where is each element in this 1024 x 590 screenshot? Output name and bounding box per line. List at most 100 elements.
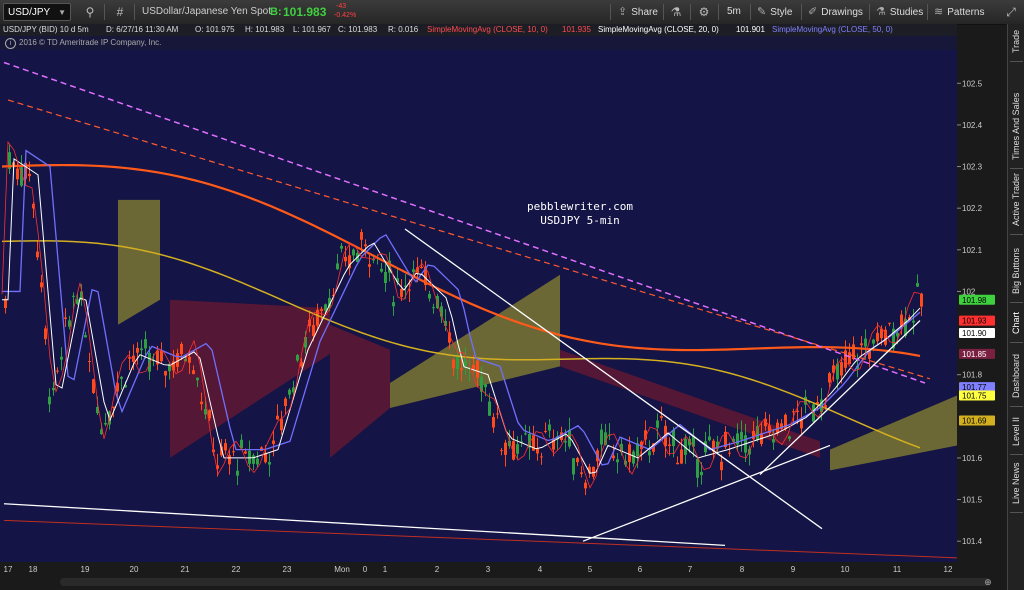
candle: [536, 448, 539, 454]
candle: [28, 173, 31, 177]
candle: [696, 458, 699, 478]
tab-active-trader[interactable]: Active Trader: [1008, 166, 1024, 230]
candle: [500, 450, 503, 452]
candle: [488, 401, 491, 416]
x-tick-label: 0: [363, 565, 368, 574]
candle: [676, 462, 679, 465]
tab-level-ii[interactable]: Level II: [1008, 404, 1024, 450]
candle: [788, 436, 791, 439]
candle: [204, 409, 207, 415]
candle: [68, 320, 71, 327]
candle: [632, 451, 635, 464]
x-tick-label: 2: [435, 565, 440, 574]
candle: [56, 370, 59, 372]
y-tick-label: 101.4: [962, 537, 983, 546]
candle: [380, 268, 383, 272]
candle: [456, 356, 459, 370]
price-chart[interactable]: pebblewriter.comUSDJPY 5-min102.5102.410…: [0, 0, 1007, 590]
candle: [460, 368, 463, 371]
candle: [288, 389, 291, 395]
x-tick-label: 12: [944, 565, 953, 574]
candle: [228, 455, 231, 465]
candle: [140, 348, 143, 351]
candle: [576, 458, 579, 463]
x-tick-label: 9: [791, 565, 796, 574]
candle: [864, 338, 867, 347]
x-tick-label: 6: [638, 565, 643, 574]
candle: [680, 449, 683, 464]
candle: [392, 302, 395, 307]
tab-trade[interactable]: Trade: [1008, 29, 1024, 57]
x-tick-label: Mon: [334, 565, 350, 574]
candle: [708, 436, 711, 441]
candle: [344, 256, 347, 262]
candle: [64, 317, 67, 319]
candle: [740, 431, 743, 440]
candle: [648, 451, 651, 456]
candle: [516, 444, 519, 454]
candle: [104, 423, 107, 425]
x-tick-label: 20: [130, 565, 139, 574]
price-flag-label: 101.90: [962, 329, 987, 338]
candle: [72, 295, 75, 297]
y-tick-label: 102.4: [962, 121, 983, 130]
candle: [384, 271, 387, 284]
candle: [120, 376, 123, 379]
candle: [792, 411, 795, 413]
tab-times-and-sales[interactable]: Times And Sales: [1008, 68, 1024, 164]
candle: [484, 384, 487, 388]
candle: [900, 314, 903, 326]
candle: [916, 283, 919, 287]
price-flag-label: 101.75: [962, 391, 987, 400]
candle: [872, 339, 875, 344]
candle: [572, 458, 575, 475]
candle: [828, 373, 831, 383]
candle: [452, 359, 455, 369]
candle: [848, 352, 851, 365]
candle: [60, 356, 63, 360]
zoom-icon[interactable]: ⊕: [982, 576, 994, 588]
candle: [248, 450, 251, 464]
candle: [616, 459, 619, 463]
candle: [48, 396, 51, 405]
candle: [524, 433, 527, 435]
candle: [296, 355, 299, 361]
candle: [224, 443, 227, 451]
tab-live-news[interactable]: Live News: [1008, 452, 1024, 508]
y-tick-label: 101.6: [962, 454, 983, 463]
candle: [544, 430, 547, 432]
x-tick-label: 23: [283, 565, 292, 574]
candle: [492, 417, 495, 428]
candle: [668, 444, 671, 446]
y-tick-label: 102.2: [962, 204, 983, 213]
x-tick-label: 3: [486, 565, 491, 574]
candle: [504, 442, 507, 455]
price-flag-label: 101.93: [962, 317, 987, 326]
horizontal-scrollbar[interactable]: [60, 578, 990, 586]
candle: [628, 444, 631, 463]
x-tick-label: 10: [841, 565, 850, 574]
candle: [92, 379, 95, 393]
x-tick-label: 8: [740, 565, 745, 574]
sidebar-tabs: Trade Times And Sales Active Trader Big But…: [1007, 24, 1024, 590]
x-tick-label: 17: [4, 565, 13, 574]
tab-big-buttons[interactable]: Big Buttons: [1008, 232, 1024, 298]
candle: [896, 332, 899, 337]
candle: [412, 269, 415, 273]
candle: [360, 231, 363, 240]
candle: [840, 362, 843, 376]
candle: [772, 439, 775, 443]
candle: [252, 455, 255, 464]
candle: [16, 168, 19, 180]
x-tick-label: 18: [29, 565, 38, 574]
tab-dashboard[interactable]: Dashboard: [1008, 340, 1024, 402]
x-tick-label: 19: [81, 565, 90, 574]
candle: [312, 325, 315, 337]
candle: [112, 406, 115, 408]
candle: [920, 293, 923, 307]
candle: [280, 418, 283, 431]
tab-chart[interactable]: Chart: [1008, 300, 1024, 338]
candle: [136, 347, 139, 353]
y-tick-label: 102.1: [962, 246, 983, 255]
y-tick-label: 102.5: [962, 79, 983, 88]
